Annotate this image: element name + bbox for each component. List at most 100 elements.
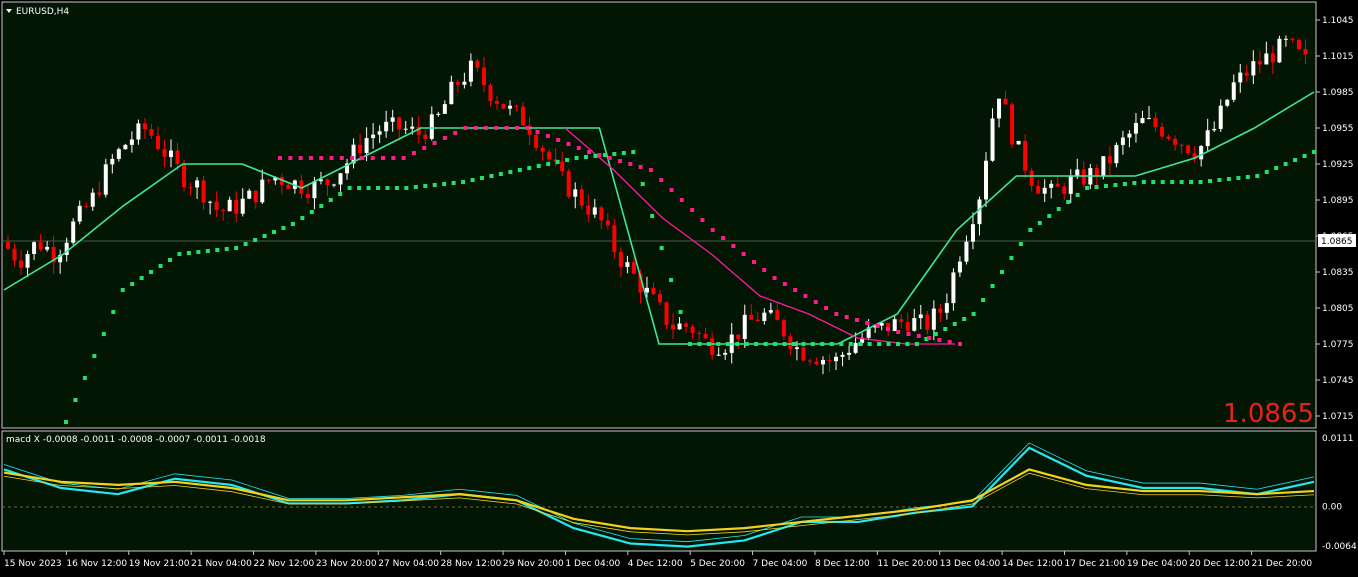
green-dot bbox=[1217, 178, 1222, 182]
candle-body bbox=[1101, 156, 1106, 176]
pink-dot bbox=[638, 165, 643, 169]
green-dot bbox=[763, 342, 768, 346]
candle-body bbox=[19, 260, 24, 268]
candle-body bbox=[1120, 137, 1125, 145]
pink-dot bbox=[659, 178, 664, 182]
price-axis-label: 1.0835 bbox=[1322, 268, 1354, 278]
candle-body bbox=[71, 221, 76, 243]
macd-label: macd X -0.0008 -0.0011 -0.0008 -0.0007 -… bbox=[6, 435, 266, 445]
green-dot bbox=[272, 230, 276, 234]
candle-body bbox=[1062, 186, 1067, 194]
green-dot bbox=[205, 249, 210, 253]
green-dot bbox=[905, 342, 910, 346]
green-dot bbox=[461, 180, 466, 184]
candle-body bbox=[1199, 146, 1204, 160]
green-dot bbox=[1122, 182, 1127, 186]
candle-body bbox=[455, 81, 460, 85]
green-dot bbox=[101, 332, 106, 336]
pink-dot bbox=[319, 156, 324, 160]
green-dot bbox=[1037, 221, 1042, 225]
candle-body bbox=[325, 179, 330, 186]
candle-body bbox=[403, 128, 408, 130]
candle-body bbox=[736, 334, 741, 339]
candle-body bbox=[97, 192, 102, 195]
pink-dot bbox=[494, 126, 499, 130]
time-axis-label: 11 Dec 20:00 bbox=[877, 559, 938, 569]
candle-body bbox=[612, 225, 617, 252]
candle-body bbox=[481, 67, 486, 86]
candle-body bbox=[358, 144, 363, 154]
candle-body bbox=[142, 123, 147, 130]
pink-dot bbox=[411, 151, 416, 155]
candle-body bbox=[671, 324, 676, 330]
candle-body bbox=[1231, 82, 1236, 100]
candle-body bbox=[1257, 61, 1262, 65]
candle-body bbox=[208, 201, 213, 203]
green-dot bbox=[111, 310, 116, 314]
candle-body bbox=[266, 179, 271, 181]
candle-body bbox=[201, 180, 206, 203]
time-axis-label: 17 Dec 21:00 bbox=[1064, 559, 1125, 569]
candle-body bbox=[1179, 144, 1184, 146]
candle-body bbox=[768, 310, 773, 313]
candle-body bbox=[12, 248, 17, 261]
candle-body bbox=[534, 134, 539, 148]
green-dot bbox=[64, 420, 68, 424]
candle-body bbox=[90, 192, 95, 207]
price-axis-label: 1.1015 bbox=[1322, 52, 1354, 62]
green-dot bbox=[555, 160, 560, 164]
candle-body bbox=[286, 184, 291, 189]
candle-body bbox=[77, 205, 82, 222]
candle-body bbox=[547, 151, 552, 160]
candle-body bbox=[175, 150, 180, 164]
green-dot bbox=[574, 156, 579, 160]
green-dot bbox=[1264, 170, 1269, 174]
candle-body bbox=[1068, 176, 1073, 194]
chart-canvas[interactable]: EURUSD,H4 1.0865 macd X -0.0008 -0.0011 … bbox=[0, 0, 1358, 573]
candle-body bbox=[136, 123, 141, 140]
green-dot bbox=[196, 250, 201, 254]
candle-body bbox=[1251, 61, 1256, 76]
candle-body bbox=[1042, 187, 1047, 194]
pink-dot bbox=[669, 188, 674, 192]
candle-body bbox=[951, 272, 956, 304]
green-dot bbox=[659, 246, 664, 250]
green-dot bbox=[404, 186, 409, 190]
candle-body bbox=[1173, 138, 1178, 145]
candle-body bbox=[188, 187, 193, 189]
green-dot bbox=[1104, 184, 1108, 188]
candle-body bbox=[1277, 38, 1282, 63]
candle-body bbox=[123, 144, 128, 150]
pink-dot bbox=[782, 282, 787, 286]
green-dot bbox=[442, 182, 447, 186]
green-dot bbox=[829, 342, 834, 346]
candle-body bbox=[332, 184, 336, 186]
candle-body bbox=[990, 118, 995, 161]
pink-dot bbox=[648, 168, 653, 172]
time-axis-label: 20 Dec 12:00 bbox=[1189, 559, 1250, 569]
pink-dot bbox=[339, 156, 344, 160]
green-dot bbox=[139, 276, 144, 280]
time-axis-label: 1 Dec 04:00 bbox=[565, 559, 620, 569]
candle-body bbox=[716, 354, 721, 356]
candle-body bbox=[1283, 38, 1288, 40]
candle-body bbox=[1094, 168, 1099, 176]
green-dot bbox=[158, 264, 163, 268]
candle-body bbox=[1114, 144, 1119, 164]
pink-dot bbox=[329, 156, 334, 160]
green-dot bbox=[1141, 180, 1146, 184]
pink-dot bbox=[525, 126, 530, 130]
candle-body bbox=[103, 164, 108, 195]
candle-body bbox=[807, 360, 812, 362]
green-dot bbox=[1160, 180, 1165, 184]
pink-dot bbox=[762, 268, 767, 272]
green-dot bbox=[1170, 180, 1175, 184]
green-dot bbox=[706, 342, 711, 346]
green-dot bbox=[149, 270, 154, 274]
candle-body bbox=[573, 189, 578, 197]
pink-dot bbox=[834, 312, 839, 316]
green-dot bbox=[914, 342, 919, 346]
candle-body bbox=[710, 338, 715, 355]
green-dot bbox=[688, 342, 692, 346]
green-dot bbox=[82, 376, 87, 380]
